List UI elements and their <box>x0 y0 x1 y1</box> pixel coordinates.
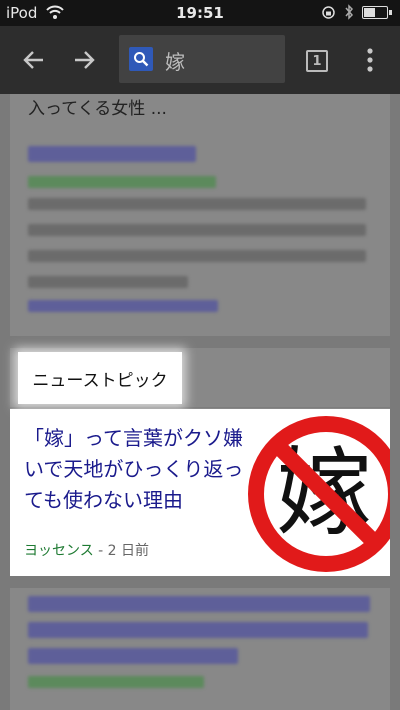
rotation-lock-icon <box>322 6 335 19</box>
news-topic-card: ニューストピック 「嫁」って言葉がクソ嫌いで天地がひっくり返っても使わない理由 … <box>10 348 390 576</box>
blurred-result-url <box>28 676 204 688</box>
news-headline-link[interactable]: 「嫁」って言葉がクソ嫌いで天地がひっくり返っても使わない理由 <box>24 423 244 516</box>
battery-icon <box>362 6 388 19</box>
tabs-button[interactable]: 1 <box>306 50 328 72</box>
blurred-snippet-line <box>28 250 366 262</box>
overflow-menu-icon[interactable] <box>360 44 380 76</box>
battery-level <box>364 8 375 17</box>
prohibited-yome-image: 嫁 <box>246 414 390 574</box>
blurred-snippet-line <box>28 276 188 288</box>
news-thumbnail[interactable]: 嫁 <box>246 414 390 574</box>
news-item[interactable]: 「嫁」って言葉がクソ嫌いで天地がひっくり返っても使わない理由 ヨッセンス - 2… <box>10 409 390 576</box>
forward-button[interactable] <box>66 42 102 78</box>
news-meta: ヨッセンス - 2 日前 <box>24 540 149 560</box>
previous-result-snippet: 入ってくる女性 ... <box>28 99 167 119</box>
news-source: ヨッセンス <box>24 543 94 559</box>
blurred-result-title <box>28 596 370 612</box>
news-section-header: ニューストピック <box>10 348 390 408</box>
back-button[interactable] <box>16 42 52 78</box>
blurred-result-title <box>28 622 368 638</box>
blurred-sitelink <box>28 300 218 312</box>
blurred-snippet-line <box>28 198 366 210</box>
browser-toolbar: 嫁 1 <box>0 26 400 94</box>
omnibox[interactable]: 嫁 <box>119 35 285 83</box>
search-query-text[interactable]: 嫁 <box>165 46 185 75</box>
news-age: - 2 日前 <box>93 543 150 559</box>
blurred-result-url <box>28 176 216 188</box>
back-arrow-icon <box>23 51 43 69</box>
blurred-snippet-line <box>28 224 366 236</box>
battery-tip <box>389 10 392 15</box>
forward-arrow-icon <box>75 51 95 69</box>
blurred-result-title <box>28 648 238 664</box>
search-result-card[interactable]: 入ってくる女性 ... <box>10 94 390 336</box>
google-search-icon <box>129 47 153 71</box>
clock: 19:51 <box>176 4 224 22</box>
search-result-card[interactable] <box>10 588 390 710</box>
tab-count-label: 1 <box>312 53 322 69</box>
bluetooth-icon <box>345 4 354 20</box>
news-section-label: ニューストピック <box>18 352 182 404</box>
status-bar: iPod 19:51 <box>0 0 400 26</box>
blurred-result-title <box>28 146 196 162</box>
